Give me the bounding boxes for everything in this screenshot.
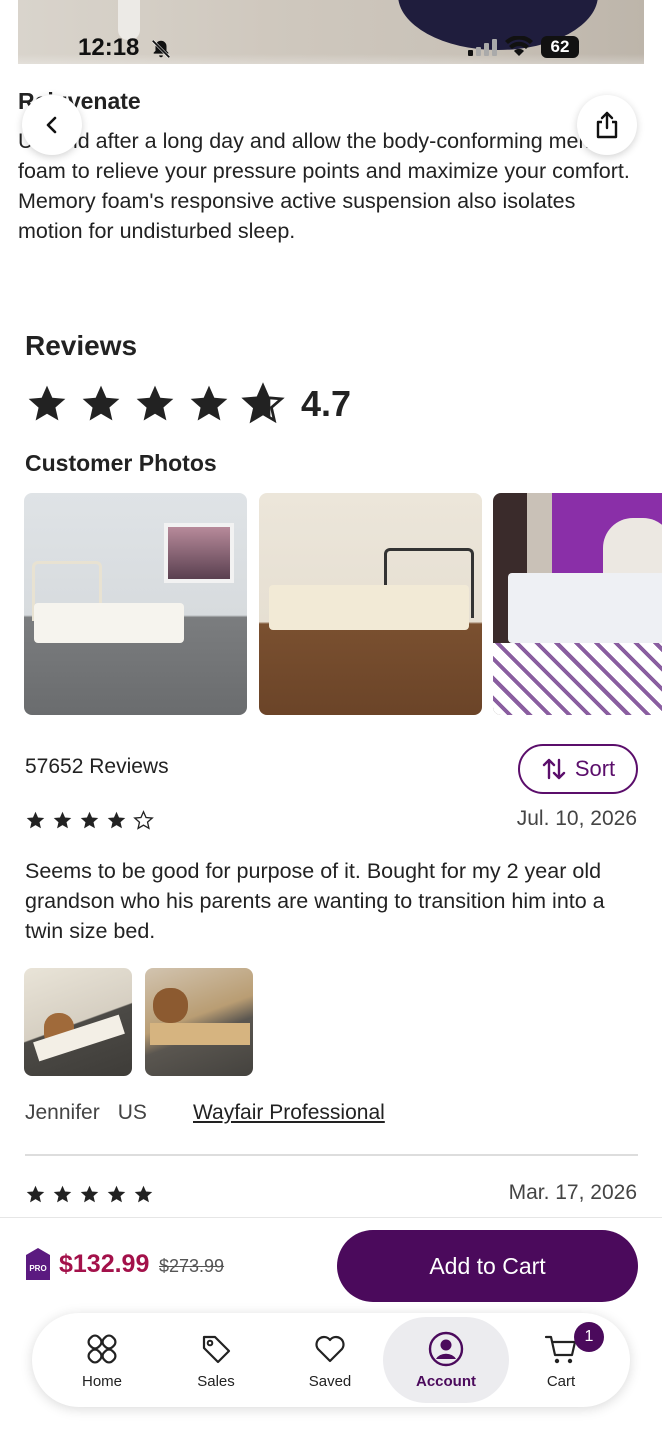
star-outline-icon (133, 810, 154, 830)
sort-label: Sort (574, 756, 616, 781)
review-date: Jul. 10, 2026 (516, 807, 637, 830)
divider (25, 1154, 638, 1156)
wifi-icon (505, 36, 533, 56)
star-icon (107, 811, 126, 829)
customer-photo[interactable] (259, 493, 482, 715)
tag-icon (202, 1335, 231, 1363)
star-icon (136, 385, 174, 421)
star-partial-icon (241, 382, 285, 424)
tab-cart[interactable]: Cart (503, 1313, 619, 1407)
star-icon (53, 811, 72, 829)
review-count: 57652 Reviews (25, 755, 169, 778)
add-to-cart-button[interactable]: Add to Cart (337, 1230, 638, 1302)
sort-button[interactable]: Sort (518, 744, 638, 794)
star-icon (80, 811, 99, 829)
share-icon (596, 111, 618, 139)
status-time: 12:18 (78, 34, 140, 61)
star-icon (82, 385, 120, 421)
chevron-left-icon (46, 116, 57, 134)
home-icon (87, 1333, 117, 1364)
review-photo[interactable] (145, 968, 253, 1076)
description-text: Unwind after a long day and allow the bo… (18, 129, 630, 243)
share-button[interactable] (577, 95, 637, 155)
signal-icon (468, 38, 497, 56)
tab-sales-label: Sales (197, 1372, 235, 1390)
tab-home-label: Home (81, 1372, 122, 1390)
tab-account-label: Account (416, 1372, 476, 1390)
heart-icon (315, 1335, 345, 1362)
reviews-heading: Reviews (25, 330, 138, 361)
account-icon (428, 1331, 464, 1366)
original-price: $273.99 (159, 1256, 225, 1276)
tab-saved[interactable]: Saved (272, 1313, 388, 1407)
reviewer-country: US (117, 1101, 147, 1124)
tab-cart-label: Cart (546, 1372, 576, 1390)
star-icon (107, 1185, 126, 1203)
star-icon (26, 811, 45, 829)
pro-badge-icon: PRO (26, 1248, 50, 1280)
customer-photos-heading: Customer Photos (25, 450, 217, 476)
reviewer-name: Jennifer (25, 1101, 100, 1124)
review-date: Mar. 17, 2026 (508, 1181, 637, 1204)
customer-photo[interactable] (493, 493, 662, 715)
bottom-tab-bar: Home Sales Saved Account Cart (32, 1313, 630, 1407)
status-icons: 62 (468, 36, 579, 58)
tab-account[interactable]: Account (383, 1317, 509, 1403)
tab-home[interactable]: Home (44, 1313, 160, 1407)
average-rating: 4.7 (25, 382, 351, 426)
sale-price: $132.99 (59, 1250, 150, 1278)
star-icon (53, 1185, 72, 1203)
review-rating (25, 810, 154, 831)
star-icon (80, 1185, 99, 1203)
sort-icon (542, 758, 566, 780)
cart-count-badge: 1 (574, 1322, 604, 1352)
wayfair-professional-link[interactable]: Wayfair Professional (193, 1101, 385, 1125)
review-photo[interactable] (24, 968, 132, 1076)
tab-sales[interactable]: Sales (158, 1313, 274, 1407)
review-rating (25, 1184, 154, 1205)
average-rating-value: 4.7 (301, 383, 352, 424)
silent-bell-icon (151, 39, 171, 59)
star-icon (28, 385, 66, 421)
review-text: Seems to be good for purpose of it. Boug… (25, 859, 605, 943)
star-icon (190, 385, 228, 421)
reviewer-info: Jennifer US (25, 1101, 147, 1125)
customer-photo[interactable] (24, 493, 247, 715)
back-button[interactable] (22, 95, 82, 155)
battery-indicator: 62 (541, 36, 579, 58)
svg-text:PRO: PRO (29, 1264, 46, 1273)
tab-saved-label: Saved (308, 1372, 352, 1390)
star-icon (134, 1185, 153, 1203)
star-icon (26, 1185, 45, 1203)
